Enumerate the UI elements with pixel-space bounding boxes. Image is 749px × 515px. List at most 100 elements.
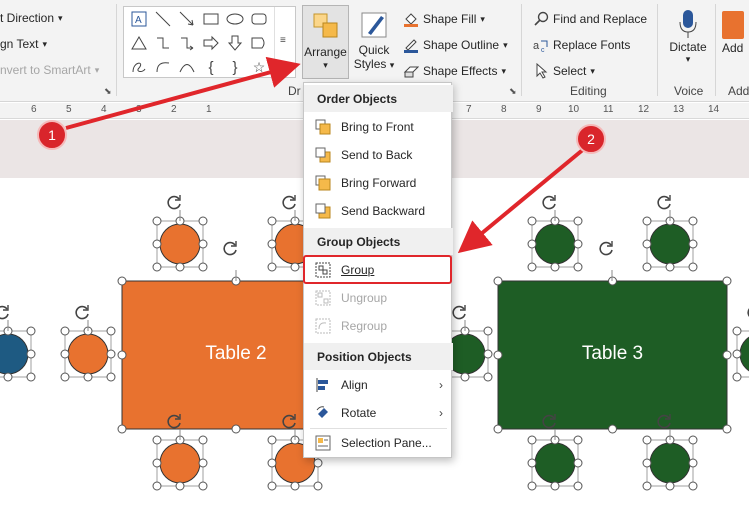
rotate-handle-icon[interactable] xyxy=(167,195,181,210)
flowchart-shape-icon[interactable] xyxy=(248,33,270,53)
selection-handle[interactable] xyxy=(460,372,470,382)
dictate-button[interactable]: Dictate ▾ xyxy=(667,5,709,79)
selection-handle[interactable] xyxy=(493,424,503,434)
replace-fonts-button[interactable]: ac Replace Fonts xyxy=(533,37,630,53)
line-shape-icon[interactable] xyxy=(152,9,174,29)
selection-handle[interactable] xyxy=(642,216,652,226)
selection-handle[interactable] xyxy=(573,481,583,491)
selection-handle[interactable] xyxy=(688,435,698,445)
selection-handle[interactable] xyxy=(26,326,36,336)
selection-handle[interactable] xyxy=(198,481,208,491)
rotate-handle-icon[interactable] xyxy=(452,305,466,320)
selection-handle[interactable] xyxy=(722,276,732,286)
selection-handle[interactable] xyxy=(152,262,162,272)
chair[interactable] xyxy=(534,442,576,484)
selection-handle[interactable] xyxy=(642,481,652,491)
selection-handle[interactable] xyxy=(688,262,698,272)
selection-handle[interactable] xyxy=(642,262,652,272)
selection-handle[interactable] xyxy=(665,481,675,491)
convert-smartart-button[interactable]: nvert to SmartArt ▾ xyxy=(0,63,99,77)
selection-handle[interactable] xyxy=(198,239,208,249)
shape-outline-button[interactable]: Shape Outline ▾ xyxy=(403,37,508,53)
selection-handle[interactable] xyxy=(573,262,583,272)
selection-handle[interactable] xyxy=(550,481,560,491)
gallery-scroll[interactable]: ≡ xyxy=(274,7,295,77)
freeform-shape-icon[interactable] xyxy=(128,57,150,77)
chair[interactable] xyxy=(649,223,691,265)
selection-handle[interactable] xyxy=(483,349,493,359)
rotate-handle-icon[interactable] xyxy=(282,195,296,210)
selection-handle[interactable] xyxy=(688,481,698,491)
find-replace-button[interactable]: Find and Replace xyxy=(533,11,647,27)
selection-handle[interactable] xyxy=(152,239,162,249)
selection-handle[interactable] xyxy=(722,424,732,434)
arrange-button[interactable]: Arrange ▾ xyxy=(302,5,349,79)
oval-shape-icon[interactable] xyxy=(224,9,246,29)
selection-handle[interactable] xyxy=(483,326,493,336)
selection-handle[interactable] xyxy=(267,435,277,445)
selection-handle[interactable] xyxy=(732,326,742,336)
selection-handle[interactable] xyxy=(198,262,208,272)
elbow-arrow-connector-icon[interactable] xyxy=(176,33,198,53)
selection-handle[interactable] xyxy=(550,262,560,272)
selection-handle[interactable] xyxy=(267,216,277,226)
select-button[interactable]: Select ▾ xyxy=(533,63,595,79)
selection-handle[interactable] xyxy=(527,239,537,249)
selection-handle[interactable] xyxy=(313,481,323,491)
bring-forward-item[interactable]: Bring Forward xyxy=(304,170,453,196)
selection-handle[interactable] xyxy=(642,458,652,468)
selection-handle[interactable] xyxy=(573,435,583,445)
selection-handle[interactable] xyxy=(60,372,70,382)
rotate-handle-icon[interactable] xyxy=(75,305,89,320)
text-direction-button[interactable]: t Direction ▾ xyxy=(0,11,63,25)
selection-handle[interactable] xyxy=(175,262,185,272)
selection-handle[interactable] xyxy=(642,435,652,445)
selection-handle[interactable] xyxy=(527,216,537,226)
selection-handle[interactable] xyxy=(573,216,583,226)
rotate-handle-icon[interactable] xyxy=(542,195,556,210)
selection-handle[interactable] xyxy=(26,372,36,382)
selection-handle[interactable] xyxy=(152,435,162,445)
right-arrow-shape-icon[interactable] xyxy=(200,33,222,53)
send-backward-item[interactable]: Send Backward xyxy=(304,198,453,224)
selection-handle[interactable] xyxy=(267,458,277,468)
selection-handle[interactable] xyxy=(267,239,277,249)
selection-handle[interactable] xyxy=(106,372,116,382)
chair[interactable] xyxy=(534,223,576,265)
selection-handle[interactable] xyxy=(106,349,116,359)
triangle-shape-icon[interactable] xyxy=(128,33,150,53)
rotate-item[interactable]: Rotate › xyxy=(304,400,453,426)
selection-handle[interactable] xyxy=(152,458,162,468)
send-to-back-item[interactable]: Send to Back xyxy=(304,142,453,168)
dialog-launcher-icon[interactable]: ⬊ xyxy=(509,86,517,97)
chair[interactable] xyxy=(0,333,29,375)
left-brace-shape-icon[interactable]: { xyxy=(200,57,222,77)
selection-handle[interactable] xyxy=(527,435,537,445)
selection-handle[interactable] xyxy=(117,276,127,286)
selection-handle[interactable] xyxy=(106,326,116,336)
rotate-handle-icon[interactable] xyxy=(657,195,671,210)
add-button[interactable]: Add xyxy=(722,5,749,79)
selection-handle[interactable] xyxy=(290,262,300,272)
selection-handle[interactable] xyxy=(198,216,208,226)
selection-handle[interactable] xyxy=(573,239,583,249)
star-shape-icon[interactable]: ☆ xyxy=(248,57,270,77)
selection-handle[interactable] xyxy=(642,239,652,249)
down-arrow-shape-icon[interactable] xyxy=(224,33,246,53)
selection-handle[interactable] xyxy=(688,458,698,468)
selection-handle[interactable] xyxy=(608,424,617,434)
dialog-launcher-icon[interactable]: ⬊ xyxy=(104,86,112,97)
selection-handle[interactable] xyxy=(60,326,70,336)
selection-handle[interactable] xyxy=(688,239,698,249)
selection-handle[interactable] xyxy=(527,262,537,272)
align-item[interactable]: Align › xyxy=(304,372,453,398)
arc-shape-icon[interactable] xyxy=(152,57,174,77)
selection-handle[interactable] xyxy=(152,481,162,491)
selection-handle[interactable] xyxy=(527,481,537,491)
right-brace-shape-icon[interactable]: } xyxy=(224,57,246,77)
chair[interactable] xyxy=(67,333,109,375)
selection-handle[interactable] xyxy=(493,276,503,286)
arrow-line-shape-icon[interactable] xyxy=(176,9,198,29)
rotate-handle-icon[interactable] xyxy=(0,305,9,320)
selection-handle[interactable] xyxy=(732,349,742,359)
